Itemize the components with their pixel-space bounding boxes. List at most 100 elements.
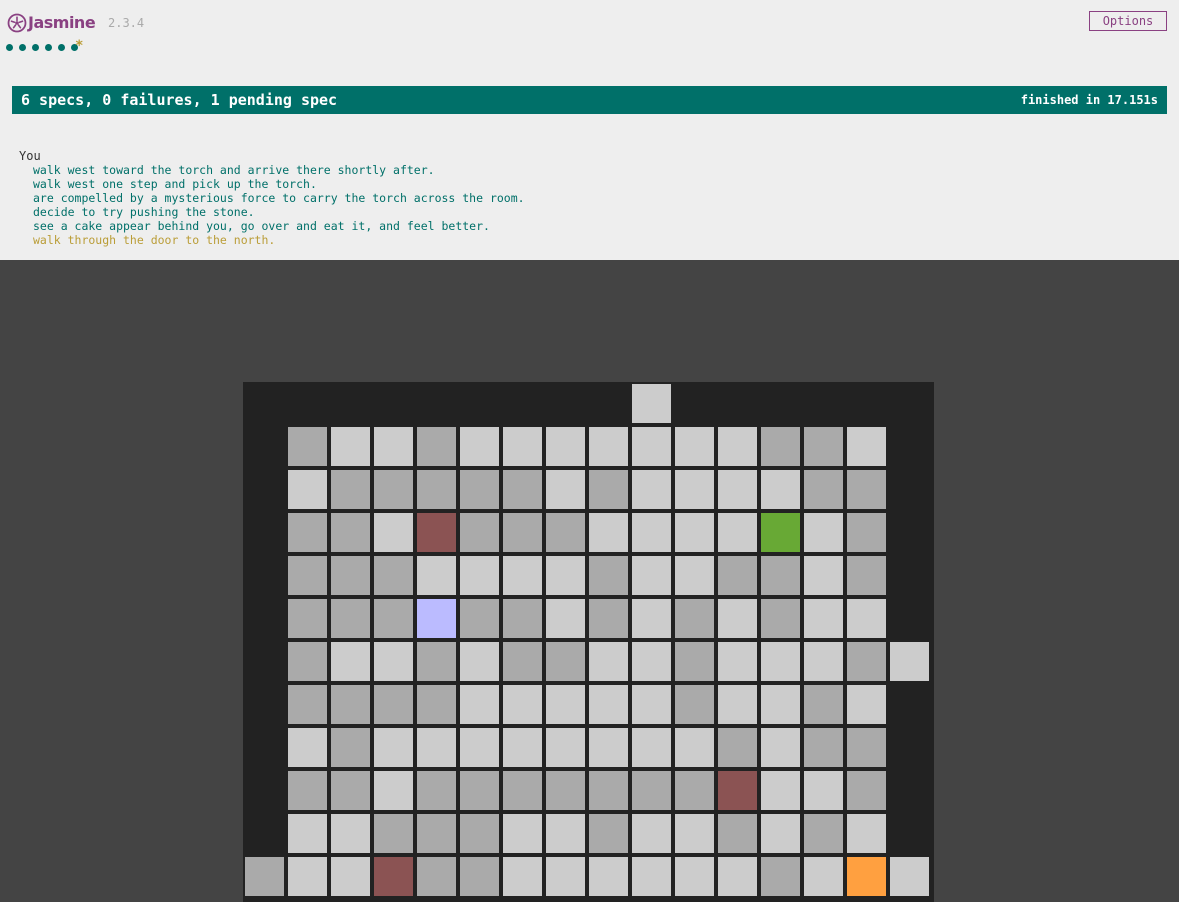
jasmine-logo[interactable]: Jasmine [7,12,97,34]
floor-tile-light [632,556,671,595]
spec-item[interactable]: see a cake appear behind you, go over an… [33,219,525,233]
floor-tile-dark [675,771,714,810]
suite-title[interactable]: You [19,149,525,163]
floor-tile-dark [546,771,585,810]
floor-tile-dark [503,599,542,638]
floor-tile-light [374,642,413,681]
floor-tile-light [632,814,671,853]
floor-tile-light [546,556,585,595]
floor-tile-dark [374,599,413,638]
floor-tile-dark [460,470,499,509]
floor-tile-light [761,728,800,767]
spec-item[interactable]: walk west toward the torch and arrive th… [33,163,525,177]
floor-tile-dark [331,599,370,638]
floor-tile-light [546,685,585,724]
floor-tile-dark [460,599,499,638]
floor-tile-dark [761,857,800,896]
spec-item[interactable]: are compelled by a mysterious force to c… [33,191,525,205]
floor-tile-light [460,728,499,767]
floor-tile-light [288,470,327,509]
version-label: 2.3.4 [108,16,145,30]
floor-tile-dark [417,771,456,810]
floor-tile-light [460,427,499,466]
floor-tile-dark [847,556,886,595]
floor-tile-dark [804,814,843,853]
floor-tile-light [417,728,456,767]
passed-spec-dot[interactable] [32,44,39,51]
floor-tile-light [546,470,585,509]
floor-tile-dark [589,771,628,810]
floor-tile-dark [288,427,327,466]
floor-tile-dark [804,470,843,509]
floor-tile-light [288,728,327,767]
floor-tile-dark [417,427,456,466]
floor-tile-light [761,685,800,724]
floor-tile-light [718,642,757,681]
floor-tile-light [374,427,413,466]
floor-tile-light [503,685,542,724]
floor-tile-dark [589,814,628,853]
floor-tile-light [632,599,671,638]
floor-tile-light [632,685,671,724]
passed-spec-dot[interactable] [19,44,26,51]
passed-spec-dot[interactable] [58,44,65,51]
floor-tile-dark [374,470,413,509]
stone-tile [718,771,757,810]
floor-tile-dark [718,556,757,595]
floor-tile-light [761,771,800,810]
floor-tile-dark [675,599,714,638]
passed-spec-dot[interactable] [6,44,13,51]
floor-tile-dark [460,857,499,896]
floor-tile-light [503,556,542,595]
floor-tile-light [503,427,542,466]
floor-tile-light [675,728,714,767]
pending-spec-star[interactable]: * [75,38,83,54]
floor-tile-light [804,771,843,810]
floor-tile-light [847,814,886,853]
floor-tile-dark [460,814,499,853]
floor-tile-light [675,814,714,853]
floor-tile-light [589,728,628,767]
floor-tile-light [546,599,585,638]
pending-spec-item[interactable]: walk through the door to the north. [33,233,525,247]
passed-spec-dot[interactable] [45,44,52,51]
floor-tile-dark [503,642,542,681]
floor-tile-light [804,857,843,896]
floor-tile-dark [847,513,886,552]
floor-tile-dark [288,642,327,681]
floor-tile-dark [288,556,327,595]
floor-tile-light [804,599,843,638]
floor-tile-dark [718,814,757,853]
results-list: You walk west toward the torch and arriv… [19,149,525,247]
floor-tile-light [331,427,370,466]
floor-tile-dark [288,599,327,638]
floor-tile-light [761,814,800,853]
door-north [632,384,671,423]
options-button[interactable]: Options [1089,11,1167,31]
floor-tile-dark [761,599,800,638]
floor-tile-light [589,685,628,724]
floor-tile-light [718,470,757,509]
floor-tile-dark [460,771,499,810]
floor-tile-light [503,857,542,896]
floor-tile-light [546,728,585,767]
floor-tile-light [288,857,327,896]
floor-tile-light [847,685,886,724]
door-east [890,642,929,681]
spec-item[interactable]: decide to try pushing the stone. [33,205,525,219]
floor-tile-dark [804,427,843,466]
stone-tile [374,857,413,896]
floor-tile-dark [675,642,714,681]
floor-tile-light [632,470,671,509]
floor-tile-light [675,427,714,466]
floor-tile-dark [331,728,370,767]
floor-tile-light [718,685,757,724]
floor-tile-dark [503,470,542,509]
floor-tile-dark [675,685,714,724]
floor-tile-light [288,814,327,853]
floor-tile-dark [374,814,413,853]
floor-tile-dark [288,513,327,552]
spec-item[interactable]: walk west one step and pick up the torch… [33,177,525,191]
floor-tile-light [546,814,585,853]
floor-tile-light [675,513,714,552]
